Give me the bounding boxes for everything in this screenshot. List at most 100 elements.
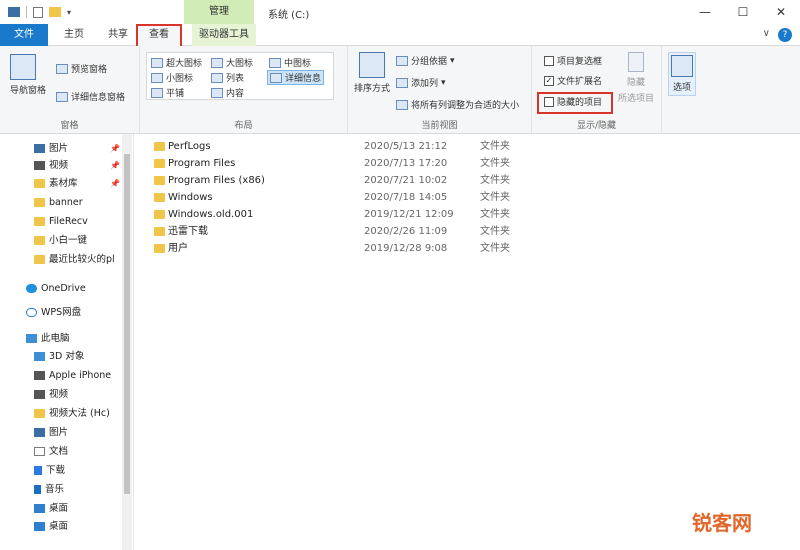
- maximize-button[interactable]: ☐: [724, 0, 762, 24]
- folder-icon: [34, 236, 45, 245]
- nav-item[interactable]: Apple iPhone: [34, 367, 120, 384]
- nav-pane-button[interactable]: 导航窗格: [10, 54, 46, 96]
- nav-item[interactable]: 视频: [34, 386, 120, 403]
- layout-small[interactable]: 小图标: [151, 71, 193, 84]
- layout-details[interactable]: 详细信息: [267, 70, 325, 85]
- nav-item[interactable]: 视频大法 (Hc): [34, 405, 120, 422]
- nav-item[interactable]: 图片 📌: [34, 140, 120, 157]
- nav-item[interactable]: 3D 对象: [34, 348, 120, 365]
- desktop-icon: [34, 522, 45, 531]
- help-icon[interactable]: ?: [778, 28, 792, 42]
- item-checkboxes-checkbox[interactable]: [544, 55, 554, 66]
- file-name: 迅雷下载: [168, 226, 208, 237]
- nav-item[interactable]: 桌面: [34, 500, 120, 517]
- show-hide-group-label: 显示/隐藏: [576, 121, 617, 131]
- nav-scroll-thumb[interactable]: [124, 154, 130, 494]
- medium-label: 中图标: [284, 59, 312, 69]
- preview-pane-button[interactable]: 预览窗格: [56, 62, 107, 75]
- layout-medium[interactable]: 中图标: [269, 56, 311, 69]
- nav-item[interactable]: FileRecv: [34, 213, 120, 230]
- folder-icon: [34, 217, 45, 226]
- file-row[interactable]: 用户 2019/12/28 9:08 文件夹: [154, 240, 794, 257]
- nav-item[interactable]: 桌面: [34, 518, 120, 535]
- file-row[interactable]: PerfLogs 2020/5/13 21:12 文件夹: [154, 138, 794, 155]
- size-all-columns-button[interactable]: 将所有列调整为合适的大小: [396, 98, 519, 111]
- add-columns-button[interactable]: 添加列 ▾: [396, 76, 446, 89]
- nav-item-label: 3D 对象: [49, 351, 85, 362]
- phone-icon: [34, 371, 45, 380]
- nav-item[interactable]: 最近比较火的pl: [34, 251, 120, 268]
- folder-icon: [154, 227, 165, 236]
- tiles-label: 平铺: [166, 89, 185, 99]
- pc-icon: [26, 334, 37, 343]
- properties-icon[interactable]: [33, 6, 43, 18]
- tab-drive-tools[interactable]: 驱动器工具: [192, 24, 256, 46]
- file-row[interactable]: 迅雷下载 2020/2/26 11:09 文件夹: [154, 223, 794, 240]
- minimize-button[interactable]: —: [686, 0, 724, 24]
- folder-icon: [154, 210, 165, 219]
- 3d-icon: [34, 352, 45, 361]
- file-row[interactable]: Program Files (x86) 2020/7/21 10:02 文件夹: [154, 172, 794, 189]
- small-icons-icon: [151, 72, 163, 83]
- pin-icon[interactable]: 📌: [110, 175, 120, 192]
- ribbon-tabs: 文件 主页 共享 查看 驱动器工具 ∨ ?: [0, 24, 800, 46]
- nav-item-label: 视频大法 (Hc): [49, 408, 110, 419]
- nav-item[interactable]: 音乐: [34, 481, 120, 498]
- folder-icon: [154, 176, 165, 185]
- nav-item[interactable]: 文档: [34, 443, 120, 460]
- pin-icon[interactable]: 📌: [110, 157, 120, 174]
- manage-context-tab[interactable]: 管理: [184, 0, 254, 24]
- options-button[interactable]: 选项: [668, 52, 696, 96]
- hide-selected-button[interactable]: 隐藏 所选项目: [618, 52, 654, 104]
- item-checkboxes-label: 项目复选框: [557, 57, 603, 67]
- close-button[interactable]: ✕: [762, 0, 800, 24]
- tab-view[interactable]: 查看: [136, 24, 182, 46]
- nav-scrollbar[interactable]: [122, 134, 132, 550]
- sort-by-button[interactable]: 排序方式: [354, 52, 390, 94]
- new-folder-icon[interactable]: [49, 7, 61, 17]
- details-pane-button[interactable]: 详细信息窗格: [56, 90, 125, 103]
- window-controls: — ☐ ✕: [686, 0, 800, 24]
- nav-item-label: banner: [49, 197, 83, 208]
- tab-file[interactable]: 文件: [0, 24, 48, 46]
- layout-group-label: 布局: [234, 121, 253, 131]
- layout-list[interactable]: 列表: [211, 71, 244, 84]
- file-extensions-toggle[interactable]: ✓ 文件扩展名: [544, 74, 602, 87]
- file-extensions-checkbox[interactable]: ✓: [544, 75, 554, 86]
- size-all-columns-label: 将所有列调整为合适的大小: [411, 101, 520, 111]
- tab-home[interactable]: 主页: [56, 24, 92, 46]
- nav-item[interactable]: banner: [34, 194, 120, 211]
- chevron-down-icon[interactable]: ▾: [67, 8, 71, 17]
- file-type: 文件夹: [480, 226, 510, 237]
- layout-content[interactable]: 内容: [211, 86, 244, 99]
- add-columns-label: 添加列: [411, 79, 439, 89]
- nav-item[interactable]: 素材库 📌: [34, 175, 120, 192]
- qat-separator: [26, 6, 27, 18]
- nav-item[interactable]: 此电脑: [26, 330, 120, 347]
- small-label: 小图标: [166, 74, 194, 84]
- pin-icon[interactable]: 📌: [110, 140, 120, 157]
- drive-icon: [34, 409, 45, 418]
- layout-extra-large[interactable]: 超大图标: [151, 56, 202, 69]
- cloud-icon: [26, 284, 37, 293]
- file-row[interactable]: Program Files 2020/7/13 17:20 文件夹: [154, 155, 794, 172]
- options-group: 选项: [662, 46, 706, 134]
- nav-item[interactable]: 下载: [34, 462, 120, 479]
- file-row[interactable]: Windows.old.001 2019/12/21 12:09 文件夹: [154, 206, 794, 223]
- tab-share[interactable]: 共享: [100, 24, 136, 46]
- folder-icon: [34, 198, 45, 207]
- layout-tiles[interactable]: 平铺: [151, 86, 184, 99]
- layout-large[interactable]: 大图标: [211, 56, 253, 69]
- nav-item[interactable]: WPS网盘: [26, 304, 120, 321]
- group-by-button[interactable]: 分组依据 ▾: [396, 54, 455, 67]
- item-checkboxes-toggle[interactable]: 项目复选框: [544, 54, 602, 67]
- nav-item[interactable]: OneDrive: [26, 280, 120, 297]
- collapse-ribbon-icon[interactable]: ∨: [763, 28, 770, 42]
- nav-item[interactable]: 视频 📌: [34, 157, 120, 174]
- folder-icon: [34, 179, 45, 188]
- nav-item-label: 图片: [49, 143, 69, 154]
- file-row[interactable]: Windows 2020/7/18 14:05 文件夹: [154, 189, 794, 206]
- nav-item[interactable]: 图片: [34, 424, 120, 441]
- nav-item[interactable]: 小白一键: [34, 232, 120, 249]
- show-hide-group: 项目复选框 ✓ 文件扩展名 隐藏的项目 隐藏 所选项目 显示/隐藏: [532, 46, 662, 134]
